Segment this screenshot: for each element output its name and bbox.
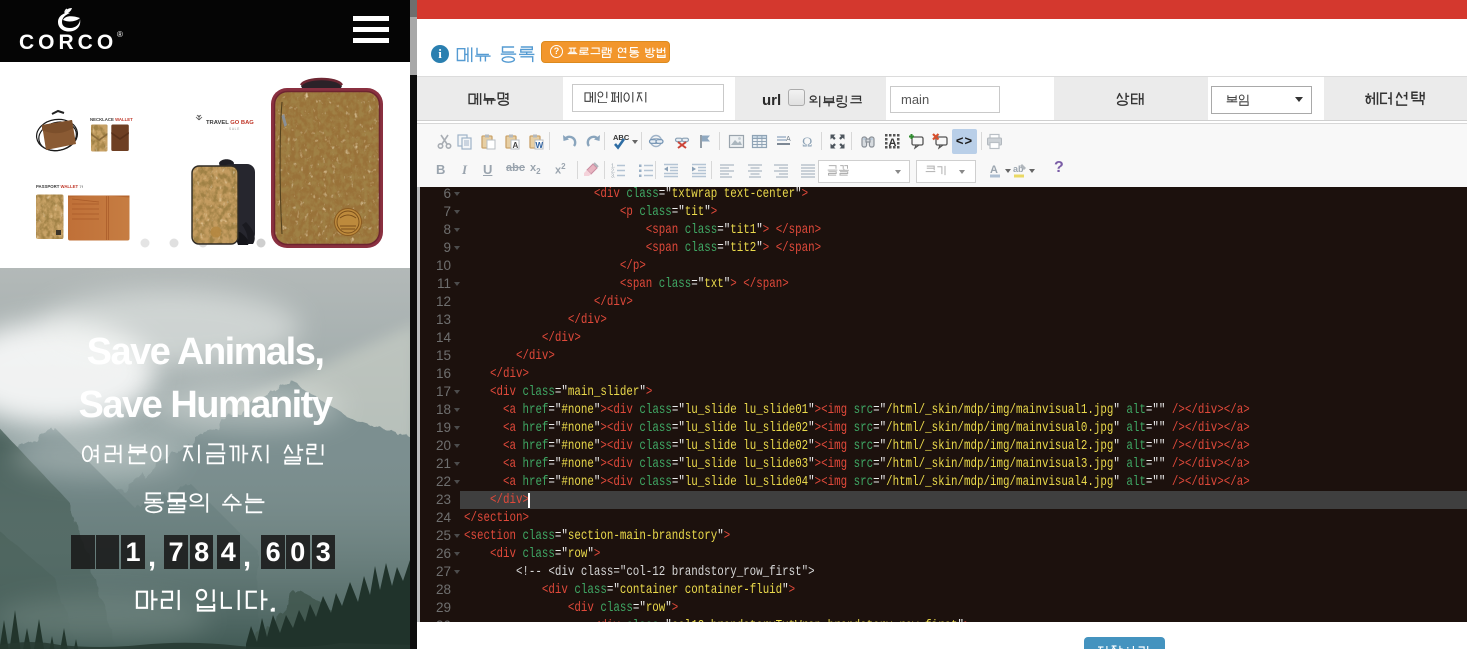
svg-text:Ω: Ω: [802, 136, 812, 151]
svg-text:A: A: [889, 137, 897, 149]
svg-text:A: A: [786, 136, 791, 143]
svg-text:S A L E: S A L E: [229, 127, 239, 131]
svg-text:TRAVEL GO BAG: TRAVEL GO BAG: [206, 120, 254, 126]
svg-text:NECKLACE WALLET: NECKLACE WALLET: [90, 117, 133, 122]
svg-text:A: A: [513, 141, 519, 150]
svg-text:W: W: [536, 141, 544, 150]
svg-text:3.: 3.: [611, 174, 616, 180]
svg-text:A: A: [990, 164, 998, 176]
svg-text:PASSPORT WALLET 7f: PASSPORT WALLET 7f: [36, 184, 84, 189]
svg-text:ABC: ABC: [613, 133, 629, 142]
